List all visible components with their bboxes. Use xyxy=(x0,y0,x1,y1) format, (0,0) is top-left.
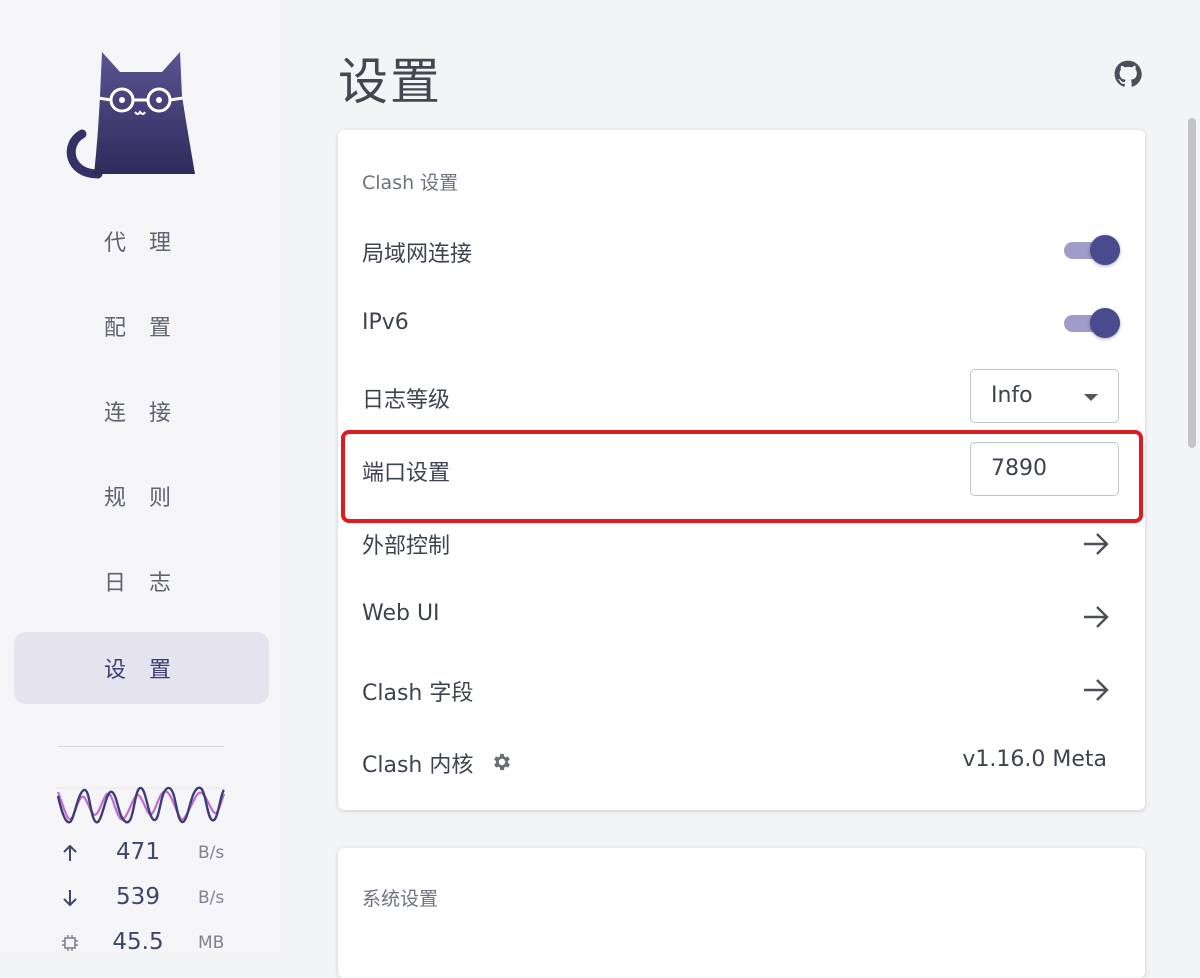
sidebar-divider xyxy=(58,746,224,747)
main-content: 设置 Clash 设置 局域网连接 IPv6 日志等级 Info 端口设置 78… xyxy=(282,0,1200,978)
clash-fields-label: Clash 字段 xyxy=(362,681,474,706)
memory-usage: 45.5 MB xyxy=(58,929,228,959)
scrollbar[interactable] xyxy=(1188,118,1196,448)
ipv6-label: IPv6 xyxy=(362,310,409,335)
lan-connection-label: 局域网连接 xyxy=(362,242,473,267)
sidebar: 代 理 配 置 连 接 规 则 日 志 设 置 471 B/s 539 B/s … xyxy=(0,0,282,957)
download-speed: 539 B/s xyxy=(58,884,228,914)
sidebar-item-label: 连 接 xyxy=(104,401,179,426)
system-settings-card: 系统设置 xyxy=(338,848,1145,978)
sidebar-item-label: 规 则 xyxy=(104,486,179,511)
arrow-right-icon[interactable] xyxy=(1082,677,1112,705)
log-level-label: 日志等级 xyxy=(362,388,451,413)
log-level-value: Info xyxy=(991,383,1033,408)
traffic-graph xyxy=(56,786,226,824)
sidebar-item-label: 设 置 xyxy=(104,658,179,683)
clash-core-version: v1.16.0 Meta xyxy=(962,747,1107,772)
section-title: Clash 设置 xyxy=(362,172,459,194)
sidebar-item-settings[interactable]: 设 置 xyxy=(14,632,269,704)
sidebar-item-label: 日 志 xyxy=(104,571,179,596)
upload-speed-value: 471 xyxy=(116,839,160,865)
sidebar-item-connections[interactable]: 连 接 xyxy=(14,375,269,447)
memory-chip-icon xyxy=(58,929,82,957)
sidebar-item-rules[interactable]: 规 则 xyxy=(14,460,269,532)
log-level-select[interactable]: Info xyxy=(970,369,1119,423)
port-settings-label: 端口设置 xyxy=(362,461,451,486)
port-input[interactable]: 7890 xyxy=(970,442,1119,496)
upload-speed: 471 B/s xyxy=(58,839,228,869)
sidebar-item-proxies[interactable]: 代 理 xyxy=(14,205,269,277)
page-title: 设置 xyxy=(338,53,442,111)
arrow-down-icon xyxy=(58,884,82,912)
section-title: 系统设置 xyxy=(362,888,439,910)
sidebar-item-profiles[interactable]: 配 置 xyxy=(14,290,269,362)
lan-connection-toggle[interactable] xyxy=(1064,235,1122,265)
external-control-label: 外部控制 xyxy=(362,534,451,559)
memory-usage-unit: MB xyxy=(198,933,225,953)
sidebar-item-logs[interactable]: 日 志 xyxy=(14,545,269,617)
gear-icon[interactable] xyxy=(491,751,513,773)
arrow-up-icon xyxy=(58,839,82,867)
arrow-right-icon[interactable] xyxy=(1082,531,1112,559)
cat-with-glasses-logo xyxy=(66,52,195,179)
clash-settings-card: Clash 设置 局域网连接 IPv6 日志等级 Info 端口设置 7890 … xyxy=(338,130,1145,810)
sidebar-item-label: 配 置 xyxy=(104,316,179,341)
sidebar-item-label: 代 理 xyxy=(104,231,179,256)
upload-speed-unit: B/s xyxy=(198,843,225,863)
github-icon[interactable] xyxy=(1114,60,1142,88)
download-speed-value: 539 xyxy=(116,884,160,910)
chevron-down-icon xyxy=(1084,394,1098,401)
download-speed-unit: B/s xyxy=(198,888,225,908)
port-value: 7890 xyxy=(991,456,1047,481)
arrow-right-icon[interactable] xyxy=(1082,604,1112,632)
clash-core-label: Clash 内核 xyxy=(362,753,474,778)
web-ui-label: Web UI xyxy=(362,601,440,626)
ipv6-toggle[interactable] xyxy=(1064,308,1122,338)
memory-usage-value: 45.5 xyxy=(112,929,164,955)
